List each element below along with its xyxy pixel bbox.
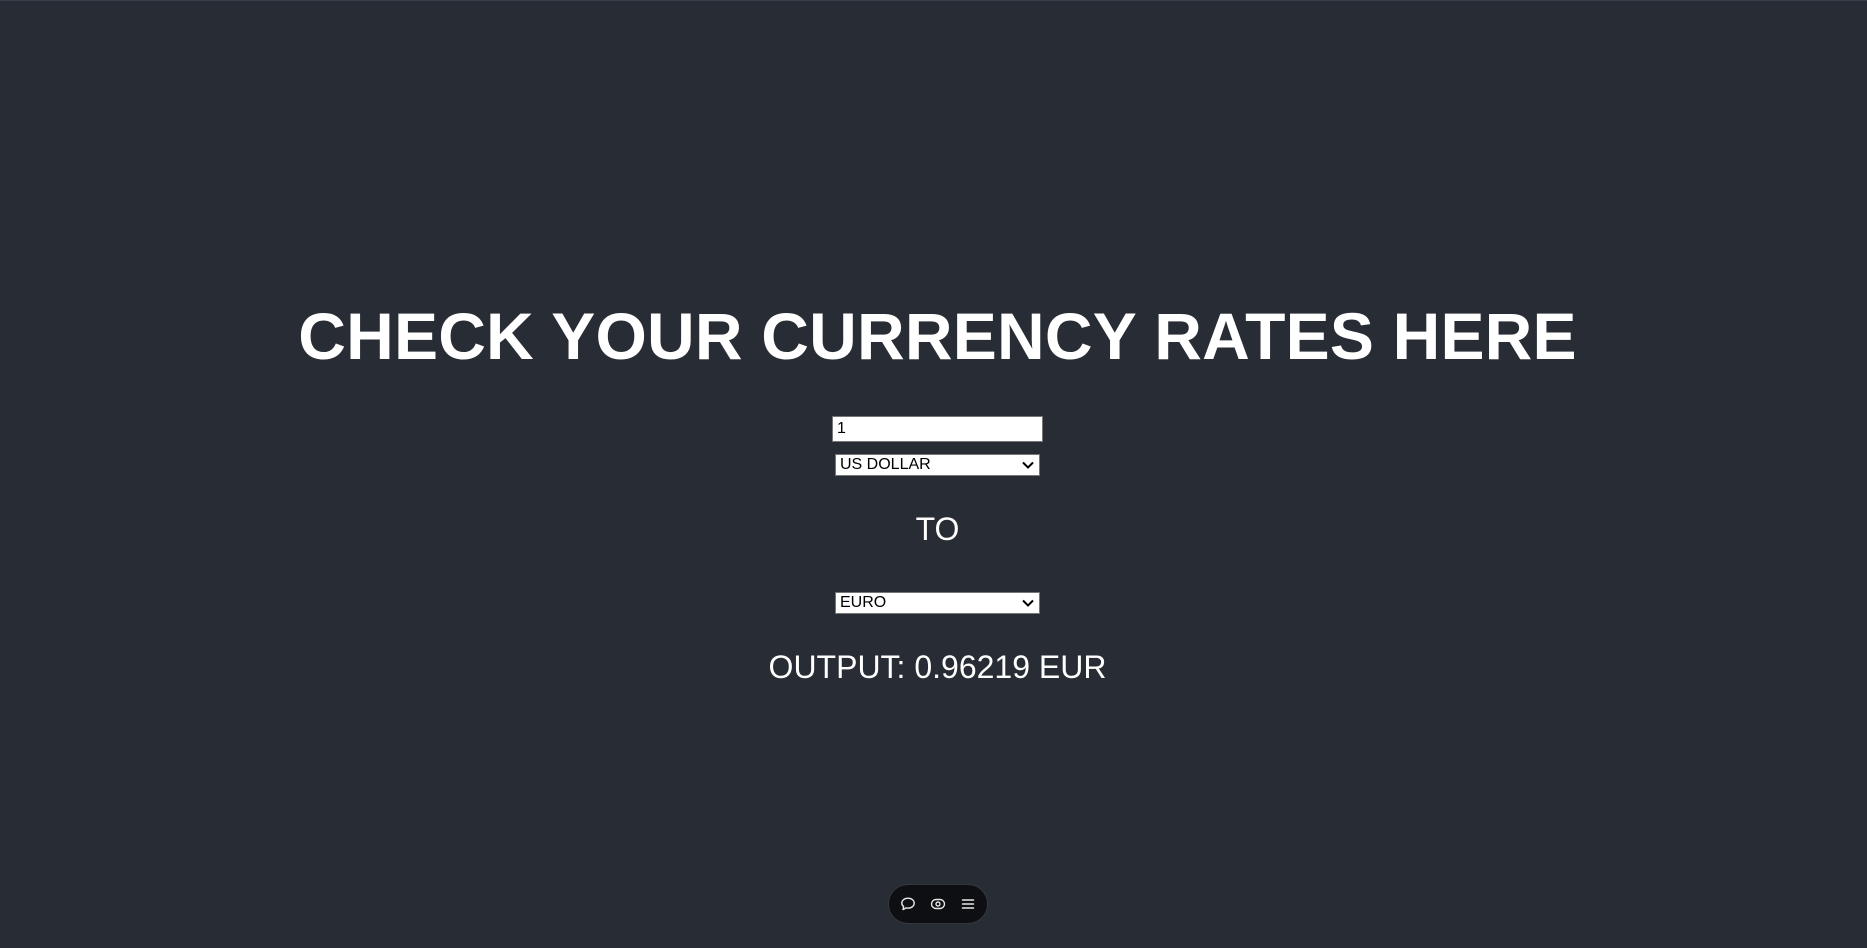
comment-icon[interactable] [898, 894, 918, 914]
menu-icon[interactable] [958, 894, 978, 914]
output-value: 0.96219 [914, 649, 1030, 685]
conversion-output: OUTPUT: 0.96219 EUR [0, 645, 1867, 689]
from-currency-value: US DOLLAR [840, 456, 931, 473]
output-currency-code: EUR [1038, 649, 1107, 685]
eye-icon[interactable] [928, 894, 948, 914]
currency-converter-app: CHECK YOUR CURRENCY RATES HERE US DOLLAR… [0, 0, 1867, 948]
from-currency-select[interactable]: US DOLLAR [835, 454, 1040, 476]
amount-input[interactable] [832, 416, 1043, 442]
output-label: OUTPUT: [768, 649, 906, 685]
chevron-down-icon [1021, 596, 1035, 610]
page-title: CHECK YOUR CURRENCY RATES HERE [298, 299, 1577, 373]
chevron-down-icon [1021, 458, 1035, 472]
to-label: TO [915, 511, 960, 547]
to-currency-value: EURO [840, 594, 887, 611]
floating-toolbar [888, 884, 988, 924]
to-currency-select[interactable]: EURO [835, 592, 1040, 614]
